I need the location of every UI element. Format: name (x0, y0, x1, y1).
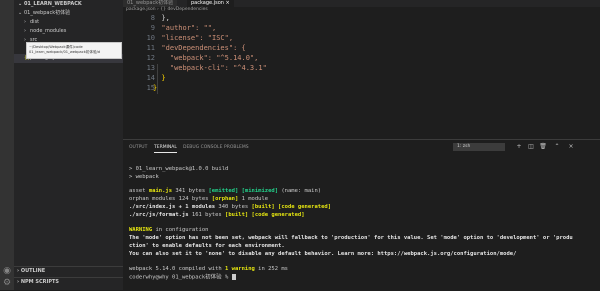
terminal-text: [built] (251, 204, 275, 210)
terminal-select[interactable]: 1: zsh (453, 143, 505, 151)
code-line: "author": "", (153, 24, 217, 32)
terminal-cursor (231, 274, 236, 280)
terminal-text: orphan modules 124 bytes (129, 196, 212, 202)
code-line: } (153, 84, 158, 92)
line-number: 9 (150, 24, 155, 32)
terminal-text: 1 warning (225, 266, 255, 272)
terminal-text: 1 module (238, 196, 269, 202)
line-number: 10 (146, 34, 155, 42)
line-number: 14 (146, 74, 155, 82)
terminal-text: [code generated] (251, 212, 305, 218)
terminal-text: WARNING (129, 227, 153, 233)
tab-debug-console[interactable]: DEBUG CONSOLE (183, 144, 222, 152)
terminal-text: ./src/index.js + 1 modules (129, 204, 216, 210)
terminal-text: [minimized] (241, 188, 279, 194)
line-number: 8 (150, 14, 155, 22)
terminal-text: in 252 ms (254, 266, 288, 272)
terminal-line: asset main.js 341 bytes [emitted] [minim… (129, 188, 321, 195)
terminal-line: ./src/js/format.js 161 bytes [built] [co… (129, 212, 305, 219)
tree-item-dist[interactable]: › dist (14, 18, 123, 27)
code-editor[interactable]: 8 9 10 11 12 13 14 15 }, "author": "", "… (123, 14, 600, 132)
terminal-line: ./src/index.js + 1 modules 340 bytes [bu… (129, 204, 331, 211)
account-icon[interactable]: ◉ (2, 266, 12, 276)
settings-icon[interactable]: ⚙ (2, 278, 12, 288)
terminal-line: ction' to enable defaults for each envir… (129, 243, 285, 249)
trash-icon[interactable]: 🗑 (539, 143, 547, 151)
tab-output[interactable]: OUTPUT (129, 144, 147, 152)
terminal-line: > 01_learn_webpack@1.0.0 build (129, 166, 229, 172)
terminal-line: The 'mode' option has not been set, webp… (129, 235, 573, 241)
terminal-text: webpack 5.14.0 compiled with (129, 266, 226, 272)
line-number: 13 (146, 64, 155, 72)
terminal-text: in configuration (152, 227, 209, 233)
tab-problems[interactable]: PROBLEMS (224, 144, 249, 152)
explorer-title[interactable]: ⌄ 01_LEARN_WEBPACK (14, 0, 123, 9)
code-line: } (153, 74, 166, 82)
terminal-line: webpack 5.14.0 compiled with 1 warning i… (129, 266, 288, 273)
terminal-text: 340 bytes (215, 204, 252, 210)
line-number: 15 (146, 84, 155, 92)
terminal-text: 341 bytes (172, 188, 209, 194)
code-line: "devDependencies": { (153, 44, 246, 52)
terminal-text: (name: main) (278, 188, 322, 194)
path-tooltip: ~/Desktop/Webpack课件/code 01_learn_webpac… (26, 42, 122, 59)
terminal-text: [code generated] (278, 204, 332, 210)
plus-icon[interactable]: + (515, 143, 523, 151)
terminal-text: 161 bytes (188, 212, 226, 218)
tooltip-line: 01_learn_webpack/01_webpack初体验/d (29, 50, 101, 54)
terminal-text: asset (129, 188, 149, 194)
terminal-line: > webpack (129, 174, 159, 180)
terminal-text: [orphan] (211, 196, 239, 202)
terminal-line: You can also set it to 'none' to disable… (129, 251, 517, 257)
breadcrumb[interactable]: package.json › {} devDependencies (126, 7, 208, 13)
code-line: "license": "ISC", (153, 34, 234, 42)
terminal-prompt[interactable]: coderwhy@why 01_webpack初体验 % (129, 274, 236, 282)
outline-section[interactable]: › OUTLINE (14, 266, 123, 274)
tree-item-node-modules[interactable]: › node_modules (14, 27, 123, 36)
terminal-text: main.js (148, 188, 173, 194)
terminal-line: orphan modules 124 bytes [orphan] 1 modu… (129, 196, 268, 203)
bottom-panel: OUTPUT TERMINAL DEBUG CONSOLE PROBLEMS 1… (123, 139, 600, 291)
tab-terminal[interactable]: TERMINAL (154, 144, 177, 153)
chevron-up-icon[interactable]: ⌃ (553, 143, 561, 151)
npm-scripts-section[interactable]: › NPM SCRIPTS (14, 277, 123, 285)
activity-bar: ◉ ⚙ (0, 0, 14, 290)
tab-folder[interactable]: 01_webpack初体验 (123, 0, 178, 7)
line-number: 11 (146, 44, 155, 52)
code-line: }, (153, 14, 170, 22)
code-line: "webpack": "^5.14.0", (153, 54, 259, 62)
line-number: 12 (146, 54, 155, 62)
terminal-text: [emitted] (208, 188, 239, 194)
split-icon[interactable]: ◫ (527, 143, 535, 151)
terminal-text: [built] (225, 212, 249, 218)
tree-item-01-webpack[interactable]: ⌄ 01_webpack初体验 (14, 9, 123, 18)
terminal-text: ./src/js/format.js (129, 212, 189, 218)
close-icon[interactable]: × (567, 143, 575, 151)
terminal-text: coderwhy@why 01_webpack初体验 % (129, 274, 232, 281)
code-line: "webpack-cli": "^4.3.1" (153, 64, 267, 72)
editor-tab-bar: 01_webpack初体验 package.json × (123, 0, 600, 7)
tab-package-json[interactable]: package.json × (187, 0, 234, 7)
terminal-line: WARNING in configuration (129, 227, 208, 234)
